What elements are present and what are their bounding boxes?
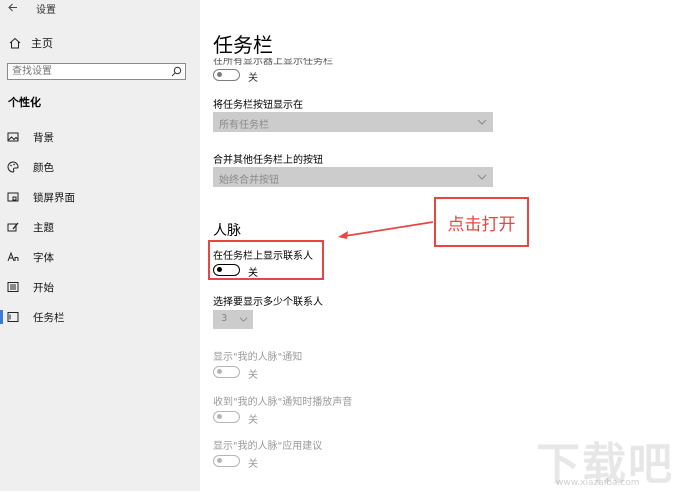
sidebar-item-label: 开始 <box>33 281 54 294</box>
sidebar-item-label: 字体 <box>33 251 54 264</box>
search-icon[interactable] <box>171 66 182 77</box>
palette-icon <box>7 161 19 173</box>
search-input[interactable] <box>12 65 162 78</box>
watermark-url: www.xiazaiba.com <box>556 478 640 488</box>
sidebar-item-start[interactable]: 开始 <box>0 277 200 297</box>
toggle-state: 关 <box>248 370 258 381</box>
sidebar-item-lock-screen[interactable]: 锁屏界面 <box>0 187 200 207</box>
combine-buttons-dropdown[interactable]: 始终合并按钮 <box>213 167 493 187</box>
notification-sound-label: 收到"我的人脉"通知时播放声音 <box>213 397 353 408</box>
page-title: 任务栏 <box>213 33 273 57</box>
taskbar-icon <box>7 311 19 323</box>
annotation-callout: 点击打开 <box>434 197 529 247</box>
cut-off-toggle[interactable] <box>213 69 240 81</box>
back-arrow-icon[interactable] <box>8 3 18 12</box>
font-icon <box>7 251 19 263</box>
app-suggestions-toggle[interactable] <box>213 455 240 467</box>
toggle-state: 关 <box>248 415 258 426</box>
sidebar-item-label: 颜色 <box>33 161 54 174</box>
highlight-box <box>208 240 324 280</box>
dropdown-value: 3 <box>221 313 228 324</box>
notification-sound-toggle[interactable] <box>213 411 240 423</box>
toggle-state: 关 <box>248 73 258 84</box>
annotation-text: 点击打开 <box>447 214 516 235</box>
home-label: 主页 <box>31 37 53 50</box>
image-icon <box>7 131 19 143</box>
sidebar-item-label: 主题 <box>33 221 54 234</box>
start-icon <box>7 281 19 293</box>
toggle-knob <box>217 369 222 374</box>
toggle-knob <box>217 72 222 77</box>
sidebar-item-label: 锁屏界面 <box>33 191 75 204</box>
dropdown-value: 所有任务栏 <box>219 120 269 131</box>
app-suggestions-label: 显示"我的人脉"应用建议 <box>213 441 323 452</box>
chevron-down-icon <box>239 317 248 322</box>
notifications-label: 显示"我的人脉"通知 <box>213 352 303 363</box>
sidebar-item-colors[interactable]: 颜色 <box>0 157 200 177</box>
toggle-knob <box>217 458 222 463</box>
home-icon <box>8 36 22 50</box>
contact-count-label: 选择要显示多少个联系人 <box>213 297 323 308</box>
arrow-icon <box>338 221 434 239</box>
contact-count-dropdown[interactable]: 3 <box>213 310 253 329</box>
chevron-down-icon <box>477 119 487 125</box>
sidebar-home[interactable]: 主页 <box>8 34 53 52</box>
sidebar-item-label: 任务栏 <box>33 311 65 324</box>
dropdown-value: 始终合并按钮 <box>219 175 279 186</box>
section-title: 个性化 <box>8 96 41 109</box>
people-heading: 人脉 <box>213 223 241 239</box>
toggle-state: 关 <box>248 459 258 470</box>
sidebar-item-fonts[interactable]: 字体 <box>0 247 200 267</box>
theme-brush-icon <box>7 221 19 233</box>
notifications-toggle[interactable] <box>213 366 240 378</box>
search-box[interactable] <box>7 63 186 80</box>
toggle-knob <box>217 414 222 419</box>
sidebar-item-background[interactable]: 背景 <box>0 127 200 147</box>
buttons-location-label: 将任务栏按钮显示在 <box>213 100 303 111</box>
buttons-location-dropdown[interactable]: 所有任务栏 <box>213 112 493 132</box>
sidebar-item-taskbar[interactable]: 任务栏 <box>0 307 200 327</box>
watermark: 下载吧 www.xiazaiba.com <box>536 428 672 490</box>
lock-screen-icon <box>7 191 19 203</box>
active-indicator <box>0 310 3 324</box>
sidebar: 设置 主页 个性化 背景 颜色 锁屏界面 主题 <box>0 0 200 491</box>
chevron-down-icon <box>477 174 487 180</box>
sidebar-item-themes[interactable]: 主题 <box>0 217 200 237</box>
app-title: 设置 <box>36 5 56 16</box>
combine-buttons-label: 合并其他任务栏上的按钮 <box>213 155 323 166</box>
sidebar-item-label: 背景 <box>33 131 54 144</box>
